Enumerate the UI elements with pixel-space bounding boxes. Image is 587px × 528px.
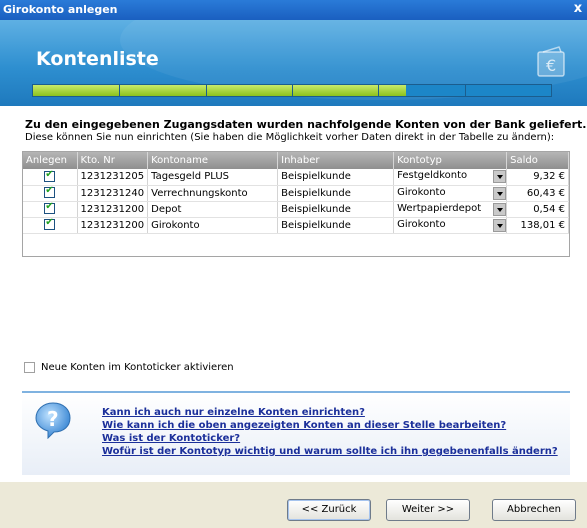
kontoname-cell[interactable]: Depot: [147, 201, 279, 218]
kontoticker-checkbox[interactable]: [24, 362, 35, 373]
anlegen-checkbox[interactable]: [44, 201, 56, 215]
column-header-kontoname[interactable]: Kontoname: [147, 152, 279, 169]
help-link-einzelne-konten[interactable]: Kann ich auch nur einzelne Konten einric…: [102, 407, 558, 418]
intro-heading: Zu den eingegebenen Zugangsdaten wurden …: [25, 118, 587, 131]
svg-text:€: €: [546, 56, 556, 75]
kontoname-cell[interactable]: Girokonto: [147, 217, 279, 234]
table-row: 1231231200 Depot Beispielkunde Wertpapie…: [23, 201, 569, 218]
kontotyp-value: Wertpapierdepot: [397, 202, 482, 214]
table-row: 1231231205 Tagesgeld PLUS Beispielkunde …: [23, 169, 569, 186]
chevron-down-icon[interactable]: [493, 186, 507, 200]
kontoticker-option[interactable]: Neue Konten im Kontoticker aktivieren: [24, 362, 234, 373]
kto-nr-cell: 1231231240: [77, 185, 149, 202]
title-bar: Girokonto anlegen x: [0, 0, 587, 20]
saldo-cell: 60,43 €: [506, 185, 569, 202]
svg-text:?: ?: [47, 407, 59, 431]
cancel-button[interactable]: Abbrechen: [492, 499, 576, 521]
saldo-cell: 9,32 €: [506, 169, 569, 186]
kontoname-cell[interactable]: Verrechnungskonto: [147, 185, 279, 202]
table-row: 1231231200 Girokonto Beispielkunde Girok…: [23, 217, 569, 234]
window-title: Girokonto anlegen: [3, 3, 118, 16]
progress-segment-divider: [378, 85, 379, 96]
kto-nr-cell: 1231231205: [77, 169, 149, 186]
accounts-table: Anlegen Kto. Nr Kontoname Inhaber Kontot…: [22, 151, 570, 257]
progress-fill: [33, 85, 406, 96]
table-header-row: Anlegen Kto. Nr Kontoname Inhaber Kontot…: [23, 152, 569, 169]
kto-nr-cell: 1231231200: [77, 201, 149, 218]
inhaber-cell[interactable]: Beispielkunde: [277, 169, 395, 186]
kto-nr-cell: 1231231200: [77, 217, 149, 234]
close-icon[interactable]: x: [571, 1, 585, 17]
intro-text: Zu den eingegebenen Zugangsdaten wurden …: [25, 118, 586, 143]
back-button[interactable]: << Zurück: [287, 499, 371, 521]
kontotyp-cell[interactable]: Wertpapierdepot: [393, 201, 508, 218]
table-row: 1231231240 Verrechnungskonto Beispielkun…: [23, 185, 569, 202]
column-header-saldo[interactable]: Saldo: [506, 152, 569, 169]
kontotyp-cell[interactable]: Girokonto: [393, 217, 508, 234]
anlegen-cell: [23, 169, 78, 186]
chevron-down-icon[interactable]: [493, 202, 507, 216]
saldo-cell: 0,54 €: [506, 201, 569, 218]
chevron-down-icon[interactable]: [493, 170, 507, 184]
column-header-kto-nr[interactable]: Kto. Nr: [77, 152, 149, 169]
column-header-inhaber[interactable]: Inhaber: [277, 152, 395, 169]
inhaber-cell[interactable]: Beispielkunde: [277, 185, 395, 202]
intro-description: Diese können Sie nun einrichten (Sie hab…: [25, 132, 555, 143]
kontotyp-cell[interactable]: Girokonto: [393, 185, 508, 202]
anlegen-cell: [23, 185, 78, 202]
help-link-konten-bearbeiten[interactable]: Wie kann ich die oben angezeigten Konten…: [102, 420, 558, 431]
kontoname-cell[interactable]: Tagesgeld PLUS: [147, 169, 279, 186]
kontotyp-cell[interactable]: Festgeldkonto: [393, 169, 508, 186]
button-bar: << Zurück Weiter >> Abbrechen: [0, 482, 587, 528]
inhaber-cell[interactable]: Beispielkunde: [277, 201, 395, 218]
anlegen-checkbox[interactable]: [44, 217, 56, 231]
kontoticker-label: Neue Konten im Kontoticker aktivieren: [41, 362, 234, 373]
help-link-kontotyp[interactable]: Wofür ist der Kontotyp wichtig und warum…: [102, 446, 558, 457]
chevron-down-icon[interactable]: [493, 218, 507, 232]
next-button[interactable]: Weiter >>: [386, 499, 470, 521]
help-panel: ? Kann ich auch nur einzelne Konten einr…: [22, 391, 570, 475]
help-links: Kann ich auch nur einzelne Konten einric…: [102, 407, 558, 459]
inhaber-cell[interactable]: Beispielkunde: [277, 217, 395, 234]
anlegen-cell: [23, 217, 78, 234]
anlegen-checkbox[interactable]: [44, 169, 56, 182]
saldo-cell: 138,01 €: [506, 217, 569, 234]
column-header-anlegen[interactable]: Anlegen: [23, 152, 78, 169]
column-header-kontotyp[interactable]: Kontotyp: [393, 152, 508, 169]
wizard-progress-bar: [32, 84, 552, 97]
progress-segment-divider: [292, 85, 293, 96]
anlegen-cell: [23, 201, 78, 218]
progress-segment-divider: [465, 85, 466, 96]
page-heading: Kontenliste: [36, 48, 159, 70]
euro-wallet-icon: €: [537, 46, 565, 77]
kontotyp-value: Girokonto: [397, 218, 446, 230]
anlegen-checkbox[interactable]: [44, 185, 56, 199]
help-question-icon: ?: [35, 402, 71, 439]
progress-segment-divider: [206, 85, 207, 96]
kontotyp-value: Festgeldkonto: [397, 170, 468, 182]
progress-segment-divider: [119, 85, 120, 96]
header-banner: Kontenliste €: [0, 20, 587, 106]
kontotyp-value: Girokonto: [397, 186, 446, 198]
help-link-kontoticker[interactable]: Was ist der Kontoticker?: [102, 433, 558, 444]
